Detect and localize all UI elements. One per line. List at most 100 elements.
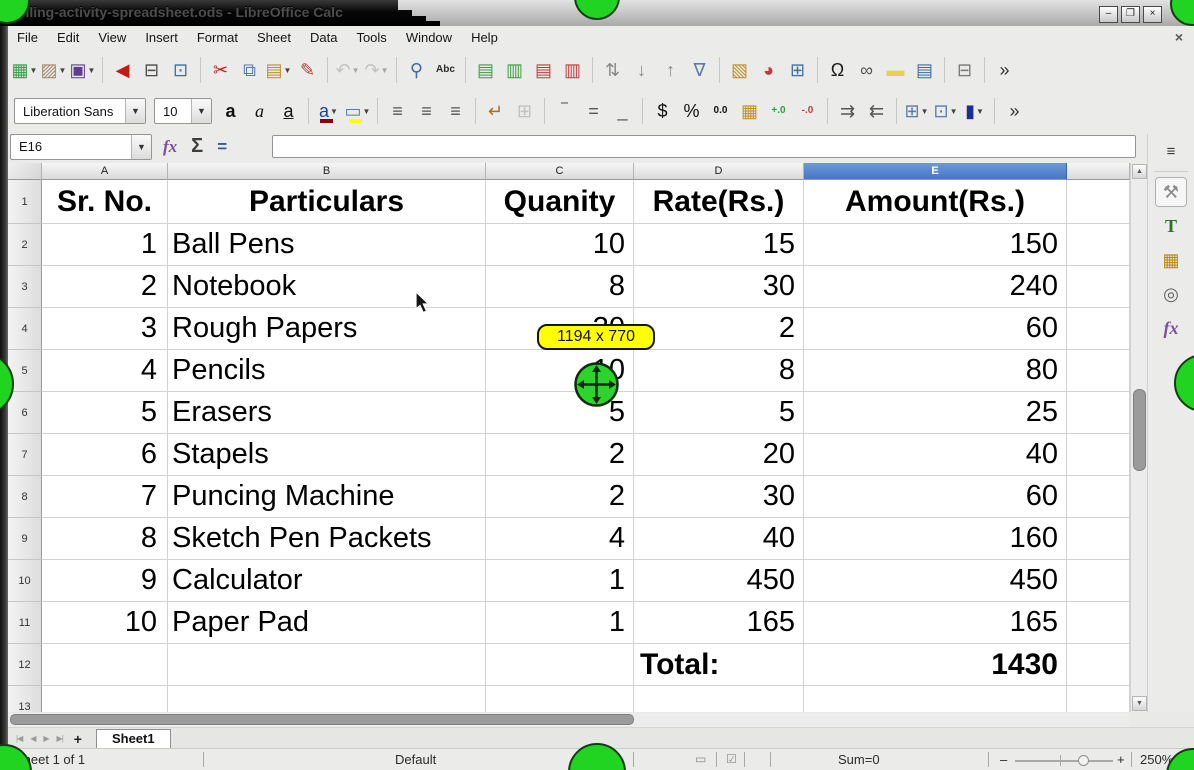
menu-data[interactable]: Data [301,28,347,47]
row-header-7[interactable]: 7 [8,434,42,476]
add-sheet-button[interactable]: + [67,731,89,747]
navigator-panel-icon[interactable]: ◎ [1148,277,1194,311]
sum-icon[interactable]: Σ [191,135,203,158]
cell-filler[interactable] [1067,224,1130,266]
cell-A11[interactable]: 10 [42,602,168,644]
sort-descending-button[interactable]: ↑ [657,55,684,85]
next-sheet-button[interactable]: ▶ [39,734,52,743]
cell-B1[interactable]: Particulars [168,180,486,224]
menu-tools[interactable]: Tools [347,28,396,47]
cell-A6[interactable]: 5 [42,392,168,434]
cell-A10[interactable]: 9 [42,560,168,602]
cell-D4[interactable]: 2 [634,308,804,350]
increase-indent-button[interactable]: ⇉ [834,96,861,126]
cell-E10[interactable]: 450 [804,560,1067,602]
cell-A8[interactable]: 7 [42,476,168,518]
add-decimal-button[interactable]: +.0 [765,96,792,126]
cell-D11[interactable]: 165 [634,602,804,644]
font-size-combo[interactable]: 10 ▼ [154,98,212,124]
align-center-button[interactable]: ≡ [413,96,440,126]
bold-button[interactable]: a [217,96,244,126]
cell-C8[interactable]: 2 [486,476,634,518]
cell-D5[interactable]: 8 [634,350,804,392]
horizontal-scrollbar-thumb[interactable] [10,714,634,725]
minimize-button[interactable]: – [1099,6,1118,23]
menu-format[interactable]: Format [188,28,248,47]
row-header-13[interactable]: 13 [8,686,42,712]
insert-hyperlink-button[interactable]: ∞ [853,55,880,85]
align-bottom-button[interactable]: _ [609,96,636,126]
first-sheet-button[interactable]: |◀ [12,734,26,743]
insert-pivot-table-button[interactable]: ⊞ [784,55,811,85]
cell-E1[interactable]: Amount(Rs.) [804,180,1067,224]
page-style[interactable]: Default [395,752,436,767]
cell-filler[interactable] [1067,392,1130,434]
special-character-button[interactable]: Ω [824,55,851,85]
date-format-button[interactable]: ▦ [736,96,763,126]
highlight-color-button[interactable]: ▭▼ [344,96,371,126]
cell-B2[interactable]: Ball Pens [168,224,486,266]
cell-filler[interactable] [1067,476,1130,518]
cell-C13[interactable] [486,686,634,712]
column-header-b[interactable]: B [168,163,486,180]
cell-filler[interactable] [1067,180,1130,224]
cell-D10[interactable]: 450 [634,560,804,602]
cell-C11[interactable]: 1 [486,602,634,644]
chevron-down-icon[interactable]: ▼ [30,66,38,75]
cut-button[interactable]: ✂ [207,55,234,85]
sort-ascending-button[interactable]: ↓ [628,55,655,85]
undo-button[interactable]: ↶▼ [334,55,361,85]
chevron-down-icon[interactable]: ▼ [976,107,984,116]
vertical-scrollbar-thumb[interactable] [1133,389,1146,471]
cell-E8[interactable]: 60 [804,476,1067,518]
row-header-8[interactable]: 8 [8,476,42,518]
scroll-down-icon[interactable]: ▼ [1132,696,1147,711]
cell-A4[interactable]: 3 [42,308,168,350]
close-window-button[interactable]: × [1143,6,1162,23]
zoom-out-button[interactable]: – [1000,752,1007,767]
cell-C2[interactable]: 10 [486,224,634,266]
cell-B10[interactable]: Calculator [168,560,486,602]
row-header-2[interactable]: 2 [8,224,42,266]
decrease-indent-button[interactable]: ⇇ [863,96,890,126]
last-sheet-button[interactable]: ▶| [53,734,67,743]
delete-row-button[interactable]: ▤ [530,55,557,85]
cell-E13[interactable] [804,686,1067,712]
cell-E6[interactable]: 25 [804,392,1067,434]
cell-D9[interactable]: 40 [634,518,804,560]
formula-input[interactable] [272,135,1136,158]
fmt-overflow-button[interactable]: » [1001,96,1028,126]
cell-B6[interactable]: Erasers [168,392,486,434]
cell-C3[interactable]: 8 [486,266,634,308]
chevron-down-icon[interactable]: ▼ [59,66,67,75]
print-area-button[interactable]: ⊟ [951,55,978,85]
cell-D3[interactable]: 30 [634,266,804,308]
maximize-button[interactable]: ❐ [1121,6,1140,23]
cell-A1[interactable]: Sr. No. [42,180,168,224]
menu-view[interactable]: View [89,28,136,47]
cell-B11[interactable]: Paper Pad [168,602,486,644]
cell-E2[interactable]: 150 [804,224,1067,266]
row-header-6[interactable]: 6 [8,392,42,434]
autofilter-button[interactable]: ∇ [686,55,713,85]
underline-button[interactable]: a [275,96,302,126]
cell-B12[interactable] [168,644,486,686]
paste-button[interactable]: ▤▼ [265,55,292,85]
menu-insert[interactable]: Insert [136,28,188,47]
selection-mode-icon[interactable]: ▭ [695,752,706,766]
font-name-combo[interactable]: Liberation Sans ▼ [14,98,146,124]
merge-cells-button[interactable]: ⊞ [511,96,538,126]
save-button[interactable]: ▣▼ [69,55,96,85]
cell-filler[interactable] [1067,434,1130,476]
cell-D8[interactable]: 30 [634,476,804,518]
row-header-11[interactable]: 11 [8,602,42,644]
insert-chart-button[interactable]: ◕ [755,55,782,85]
previous-sheet-button[interactable]: ◀ [26,734,39,743]
zoom-slider-track[interactable] [1015,760,1113,762]
align-left-button[interactable]: ≡ [384,96,411,126]
properties-panel-icon[interactable]: ⚒ [1148,175,1194,209]
cell-D1[interactable]: Rate(Rs.) [634,180,804,224]
row-header-1[interactable]: 1 [8,180,42,224]
font-color-button[interactable]: a▼ [315,96,342,126]
column-header-c[interactable]: C [486,163,634,180]
